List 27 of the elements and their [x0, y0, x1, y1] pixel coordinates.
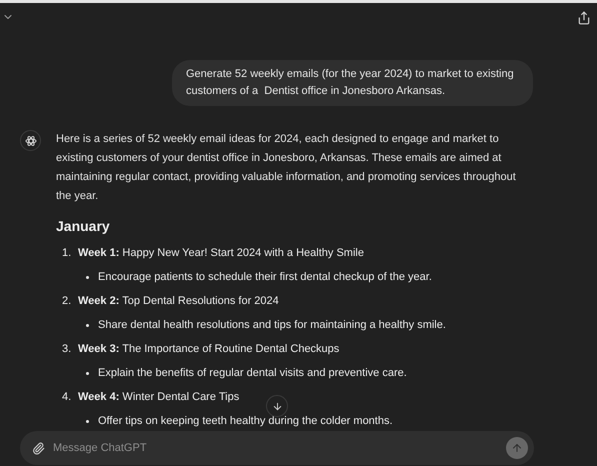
bullet-text: Explain the benefits of regular dental visits and preventive care.: [98, 366, 407, 381]
arrow-down-icon: [272, 400, 282, 412]
arrow-up-icon: [511, 442, 523, 454]
user-message: Generate 52 weekly emails (for the year 2024) to market to existing customers of a Dentist office in Jonesboro Arkansas.: [172, 60, 533, 106]
bullet-icon: [86, 276, 89, 278]
bullet-icon: [86, 420, 89, 422]
attach-icon[interactable]: [32, 442, 45, 454]
bullet-text: Share dental health resolutions and tips for maintaining a healthy smile.: [98, 318, 446, 333]
bullet-text: Offer tips on keeping teeth healthy during the colder months.: [98, 414, 393, 429]
bullet-text: Encourage patients to schedule their first dental checkup of the year.: [98, 270, 432, 285]
bullet-icon: [86, 372, 89, 374]
message-composer[interactable]: Message ChatGPT: [20, 431, 534, 465]
week-title: Week 1: Happy New Year! Start 2024 with a Healthy Smile: [78, 246, 364, 261]
list-number: 4.: [62, 390, 72, 405]
week-title: Week 3: The Importance of Routine Dental Checkups: [78, 342, 340, 357]
week-title: Week 2: Top Dental Resolutions for 2024: [78, 294, 279, 309]
list-number: 3.: [62, 342, 72, 357]
message-input[interactable]: Message ChatGPT: [53, 440, 498, 456]
bullet-icon: [86, 324, 89, 326]
scroll-down-button[interactable]: [266, 395, 288, 417]
list-number: 1.: [62, 246, 72, 261]
week-title: Week 4: Winter Dental Care Tips: [78, 390, 240, 405]
reply-paragraph: Here is a series of 52 weekly email ideas for 2024, each designed to engage and market to existing customers of your dentist office in Jonesboro, Arkansas. These emails are aimed at maintaining regular contact, providing valuable information, and promoting services throughout the year.: [56, 132, 517, 204]
share-icon[interactable]: [577, 11, 591, 25]
month-heading: January: [56, 217, 111, 236]
list-number: 2.: [62, 294, 72, 309]
assistant-avatar-icon: [20, 130, 41, 151]
